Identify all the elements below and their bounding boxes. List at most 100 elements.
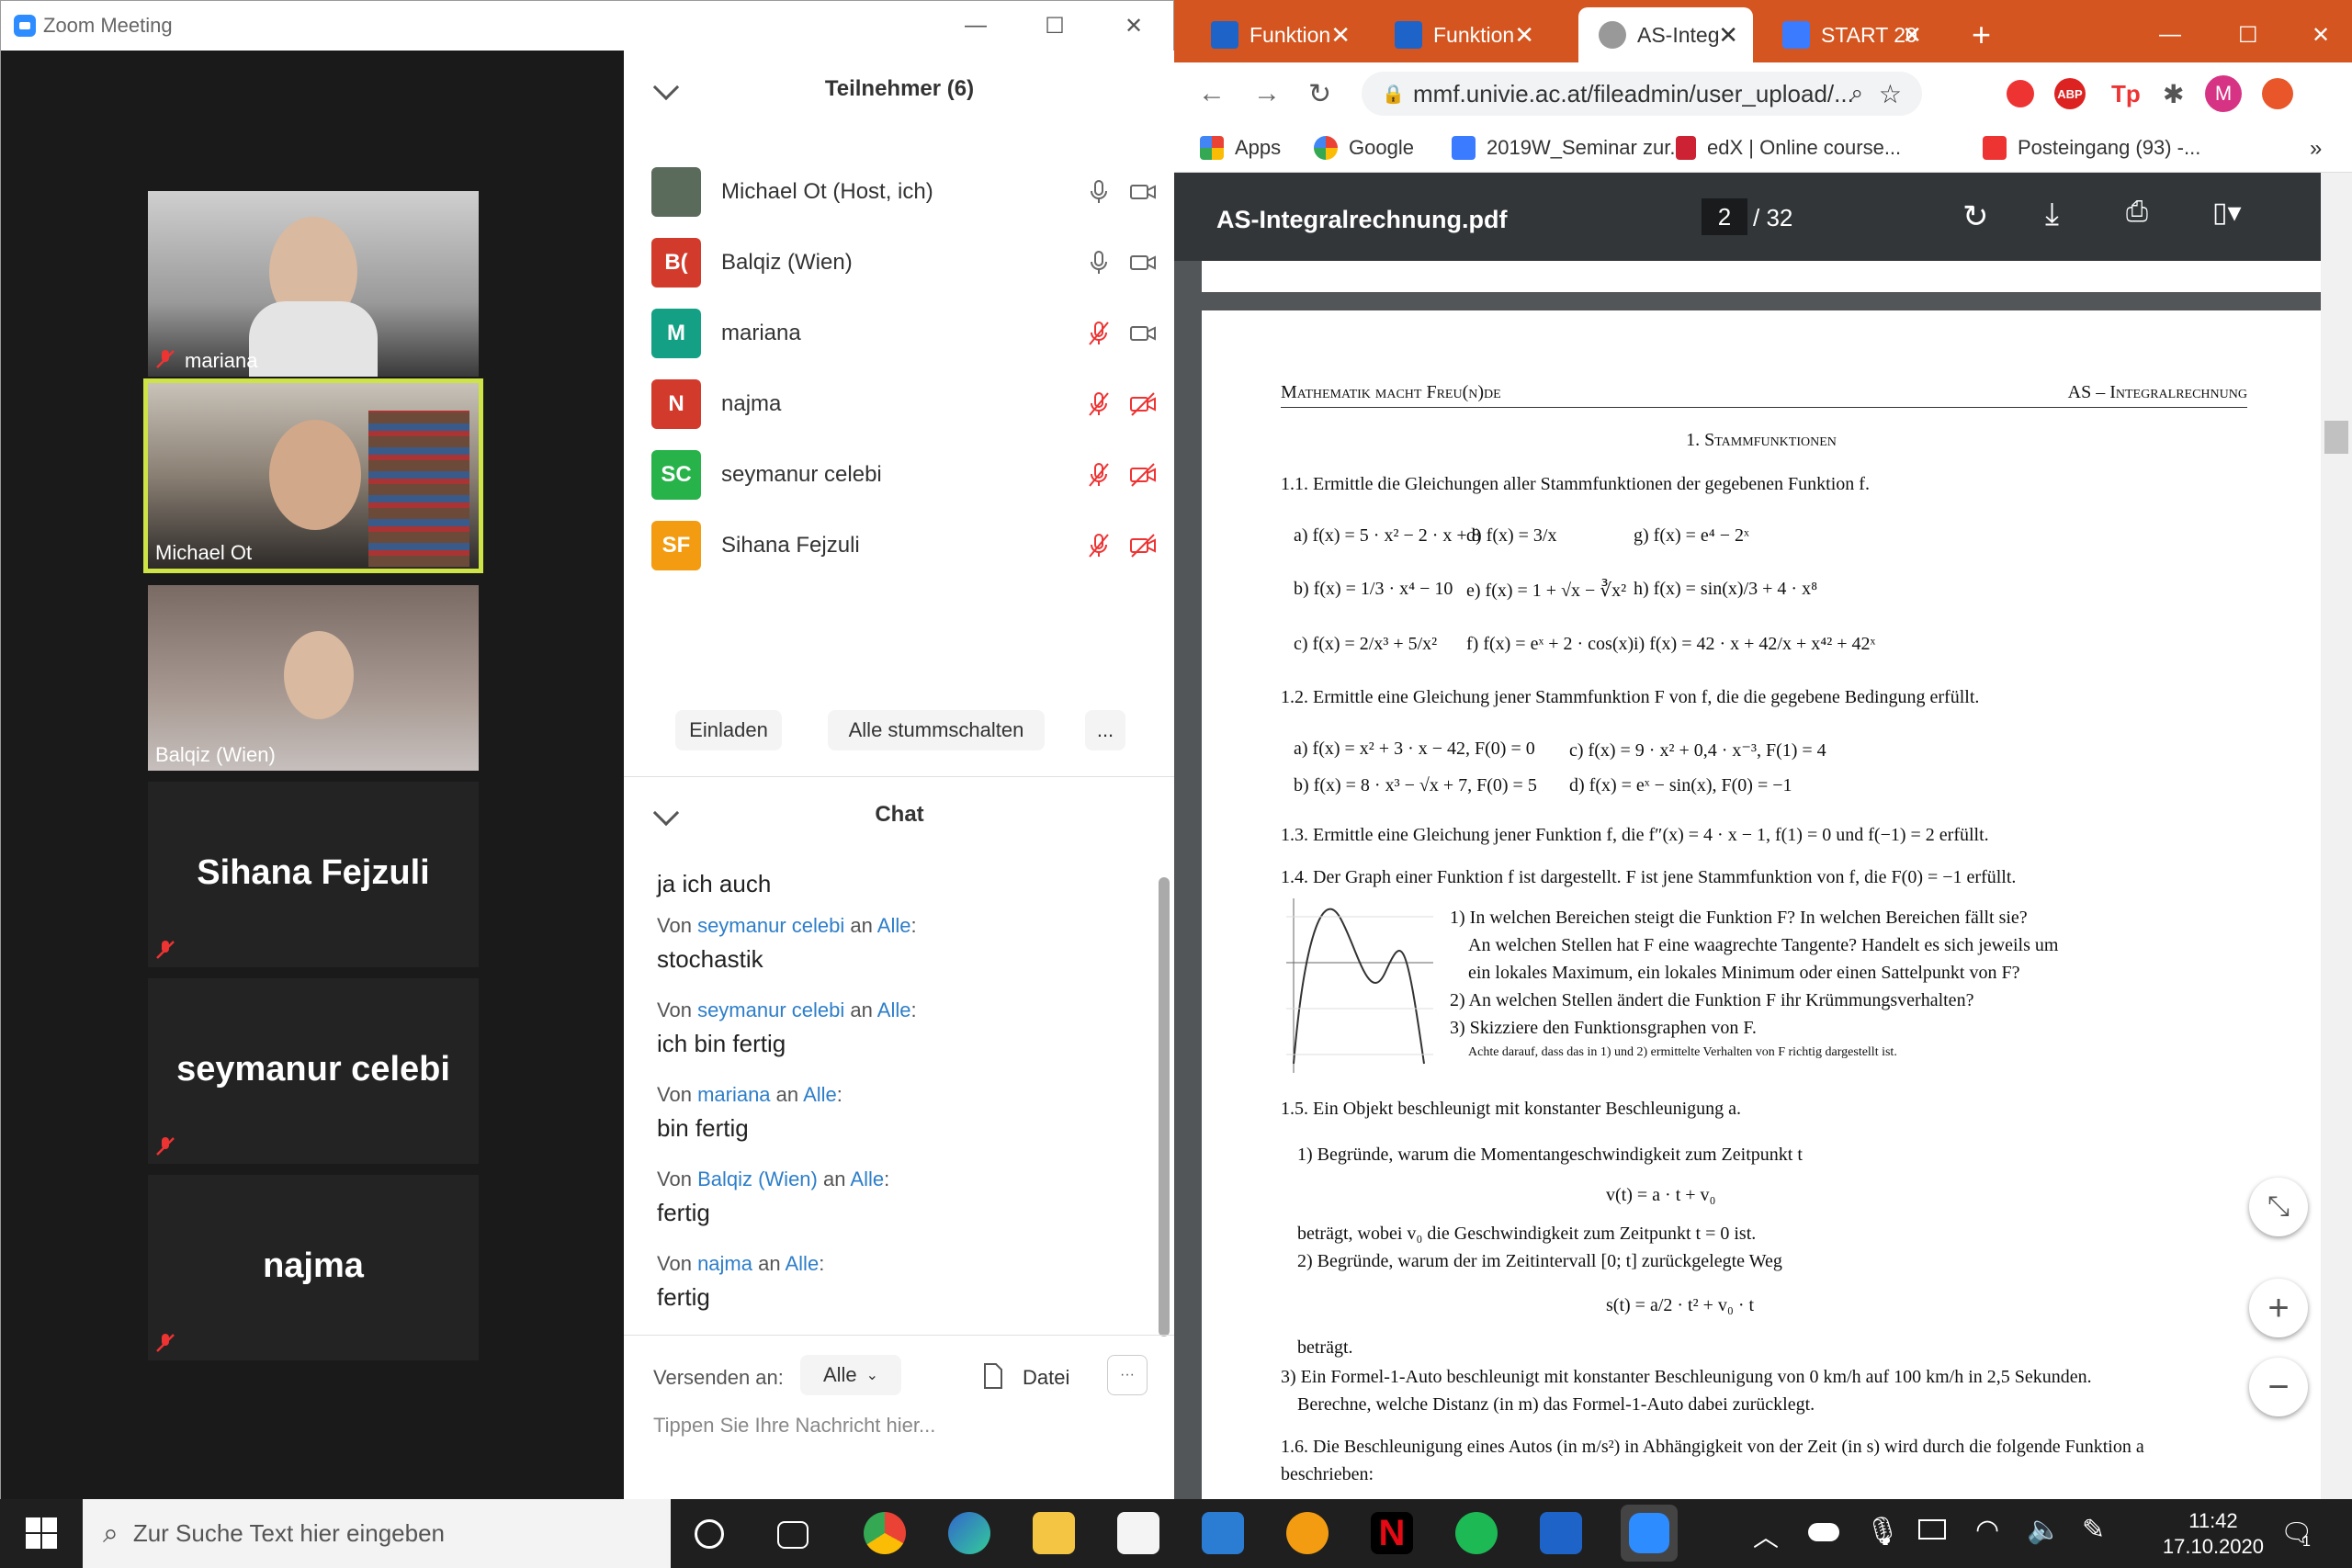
system-clock[interactable]: 11:42 17.10.2020 <box>2163 1508 2264 1560</box>
tab-as-integral[interactable]: AS-Integ ✕ <box>1578 7 1753 62</box>
participant-row[interactable]: SF Sihana Fejzuli <box>651 518 1157 573</box>
camera-icon[interactable] <box>1129 249 1157 276</box>
reload-icon[interactable]: ↻ <box>1308 78 1331 110</box>
mic-icon[interactable] <box>1085 249 1113 276</box>
camera-icon[interactable] <box>1129 320 1157 347</box>
app-icon[interactable] <box>1286 1512 1329 1554</box>
video-tile-sihana[interactable]: Sihana Fejzuli <box>148 782 479 967</box>
tab-start[interactable]: START 20 ✕ <box>1762 7 1937 62</box>
bookmark-google[interactable]: Google <box>1314 136 1414 160</box>
star-icon[interactable]: ☆ <box>1879 79 1902 109</box>
participant-row[interactable]: B(Balqiz (Wien) <box>651 235 1157 290</box>
profile-avatar[interactable]: M <box>2205 75 2242 112</box>
zoom-out-button[interactable]: − <box>2249 1358 2308 1416</box>
onedrive-icon[interactable] <box>1808 1523 1839 1541</box>
minimize-button[interactable]: — <box>2139 7 2181 62</box>
close-tab-icon[interactable]: ✕ <box>1330 21 1351 50</box>
invite-button[interactable]: Einladen <box>675 710 782 750</box>
bookmark-icon[interactable]: ▯▾ <box>2212 197 2242 229</box>
close-tab-icon[interactable]: ✕ <box>1902 21 1922 50</box>
bookmark-gmail[interactable]: Posteingang (93) -... <box>1983 136 2200 160</box>
print-icon[interactable]: ⎙ <box>2126 197 2148 228</box>
extension-icon[interactable] <box>2007 80 2034 107</box>
zoom-taskbar-icon[interactable] <box>1621 1505 1678 1562</box>
edge-icon[interactable] <box>948 1512 990 1554</box>
chat-scrollbar[interactable] <box>1159 877 1170 1337</box>
recipient-name[interactable]: Alle <box>877 998 911 1021</box>
more-options-button[interactable]: ... <box>1085 710 1125 750</box>
close-button[interactable]: ✕ <box>2291 7 2330 62</box>
participant-row[interactable]: Mmariana <box>651 306 1157 361</box>
maximize-button[interactable]: ☐ <box>1015 1 1094 51</box>
sender-name[interactable]: seymanur celebi <box>697 998 844 1021</box>
chat-input[interactable]: Tippen Sie Ihre Nachricht hier... <box>653 1414 935 1438</box>
camera-off-icon[interactable] <box>1129 532 1157 559</box>
recipient-name[interactable]: Alle <box>803 1083 837 1106</box>
mute-all-button[interactable]: Alle stummschalten <box>828 710 1045 750</box>
sender-name[interactable]: seymanur celebi <box>697 914 844 937</box>
mic-muted-icon[interactable] <box>1085 390 1113 418</box>
netflix-icon[interactable]: N <box>1371 1512 1413 1554</box>
zoom-search-icon[interactable]: ⌕ <box>1851 81 1863 107</box>
file-icon[interactable] <box>982 1362 1004 1390</box>
forward-icon[interactable]: → <box>1253 78 1281 109</box>
participant-row[interactable]: Nnajma <box>651 377 1157 432</box>
page-number-input[interactable]: 2 <box>1702 198 1747 235</box>
maximize-button[interactable]: ☐ <box>2218 7 2258 62</box>
update-icon[interactable] <box>2262 78 2293 109</box>
volume-icon[interactable]: 🔈 <box>2027 1514 2061 1546</box>
tab-funktion-1[interactable]: Funktion ✕ <box>1191 7 1365 62</box>
sender-name[interactable]: mariana <box>697 1083 770 1106</box>
more-bookmarks-icon[interactable]: » <box>2310 136 2322 162</box>
fit-page-button[interactable]: ⤡ <box>2249 1178 2308 1236</box>
camera-off-icon[interactable] <box>1129 461 1157 489</box>
windows-start-icon[interactable] <box>26 1517 57 1549</box>
video-tile-najma[interactable]: najma <box>148 1175 479 1360</box>
taskbar-search[interactable]: ⌕ Zur Suche Text hier eingeben <box>83 1499 671 1568</box>
mic-icon[interactable] <box>1085 178 1113 206</box>
download-icon[interactable]: ⤓ <box>2045 197 2059 232</box>
mic-muted-icon[interactable] <box>1085 461 1113 489</box>
sender-name[interactable]: Balqiz (Wien) <box>697 1168 818 1190</box>
whiteboard-icon[interactable] <box>1540 1512 1582 1554</box>
puzzle-icon[interactable]: ✱ <box>2163 79 2184 109</box>
video-tile-michael-ot[interactable]: Michael Ot <box>143 378 483 573</box>
send-to-dropdown[interactable]: Alle ⌄ <box>800 1355 901 1395</box>
mic-muted-icon[interactable] <box>1085 532 1113 559</box>
recipient-name[interactable]: Alle <box>850 1168 884 1190</box>
zoom-in-button[interactable]: + <box>2249 1279 2308 1337</box>
close-tab-icon[interactable]: ✕ <box>1514 21 1534 50</box>
video-tile-mariana[interactable]: mariana <box>148 191 479 377</box>
chevron-up-icon[interactable]: ︿ <box>1753 1517 1779 1554</box>
cortana-icon[interactable] <box>695 1519 724 1549</box>
video-tile-balqiz[interactable]: Balqiz (Wien) <box>148 585 479 771</box>
camera-icon[interactable] <box>1129 178 1157 206</box>
task-view-icon[interactable] <box>777 1521 808 1549</box>
tab-funktion-2[interactable]: Funktion ✕ <box>1374 7 1549 62</box>
file-explorer-icon[interactable] <box>1033 1512 1075 1554</box>
mic-muted-icon[interactable] <box>1085 320 1113 347</box>
store-icon[interactable] <box>1117 1512 1159 1554</box>
bookmark-seminar[interactable]: 2019W_Seminar zur... <box>1452 136 1687 160</box>
file-button[interactable]: Datei <box>1023 1366 1069 1390</box>
bookmark-edx[interactable]: edX | Online course... <box>1676 136 1901 160</box>
sender-name[interactable]: najma <box>697 1252 752 1275</box>
adblock-icon[interactable]: ABP <box>2054 78 2086 109</box>
battery-icon[interactable] <box>1918 1519 1946 1540</box>
back-icon[interactable]: ← <box>1198 78 1226 109</box>
chrome-icon[interactable] <box>864 1512 906 1554</box>
recipient-name[interactable]: Alle <box>786 1252 820 1275</box>
address-bar[interactable]: 🔒 mmf.univie.ac.at/fileadmin/user_upload… <box>1362 72 1922 116</box>
chat-more-button[interactable]: ··· <box>1107 1355 1148 1395</box>
scroll-thumb[interactable] <box>2324 421 2348 454</box>
microphone-icon[interactable]: 🎙 <box>1865 1516 1900 1548</box>
participant-row[interactable]: Michael Ot (Host, ich) <box>651 164 1157 220</box>
spotify-icon[interactable] <box>1455 1512 1498 1554</box>
bookmark-apps[interactable]: Apps <box>1200 136 1281 160</box>
recipient-name[interactable]: Alle <box>877 914 911 937</box>
new-tab-button[interactable]: + <box>1951 7 1991 62</box>
rotate-icon[interactable]: ↻ <box>1962 198 1989 235</box>
minimize-button[interactable]: — <box>936 1 1015 51</box>
pen-icon[interactable]: ✎ <box>2082 1514 2105 1546</box>
pdf-scrollbar[interactable] <box>2321 173 2352 1499</box>
